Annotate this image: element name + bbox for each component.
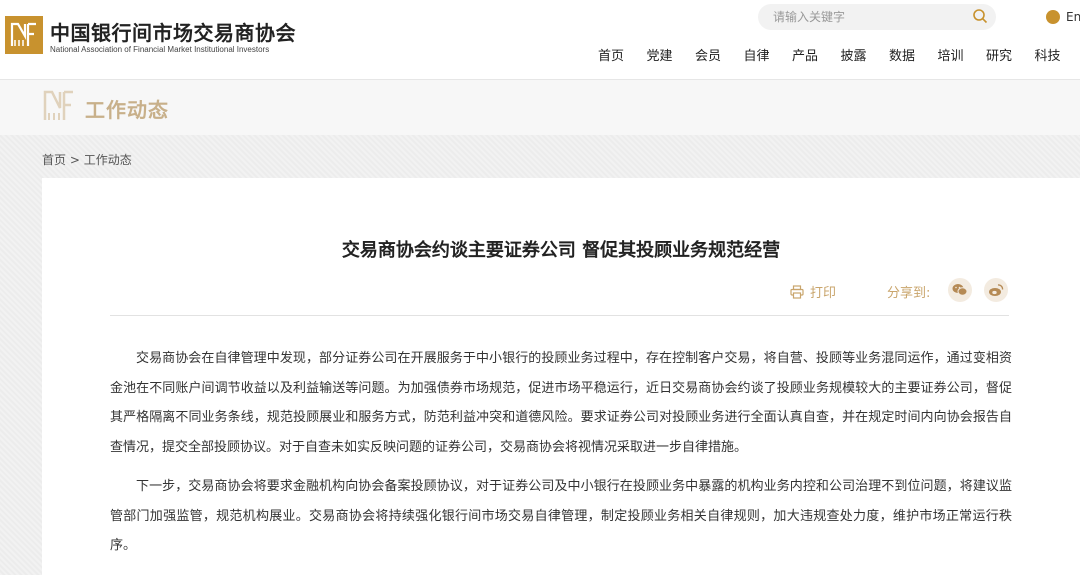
wechat-icon	[952, 284, 968, 296]
nav-item-party[interactable]: 党建	[647, 45, 696, 64]
breadcrumb: 首页 > 工作动态	[42, 151, 132, 168]
section-title: 工作动态	[85, 98, 169, 122]
print-icon	[790, 284, 804, 299]
article-paragraph: 交易商协会在自律管理中发现，部分证券公司在开展服务于中小银行的投顾业务过程中，存…	[110, 351, 1012, 455]
search-icon[interactable]	[972, 8, 988, 24]
section-banner: 工作动态	[0, 80, 1080, 135]
share-wechat-button[interactable]	[948, 278, 972, 302]
site-name-en: National Association of Financial Market…	[50, 45, 270, 54]
article-body: 交易商协会在自律管理中发现，部分证券公司在开展服务于中小银行的投顾业务过程中，存…	[110, 344, 1012, 571]
article-card: 交易商协会约谈主要证券公司 督促其投顾业务规范经营 打印 分享到: 交易商协会在…	[42, 178, 1080, 575]
language-switch[interactable]: En	[1046, 10, 1080, 24]
share-weibo-button[interactable]	[984, 278, 1008, 302]
nav-item-training[interactable]: 培训	[938, 45, 987, 64]
print-label: 打印	[810, 286, 837, 301]
search-box	[758, 4, 996, 30]
language-label: En	[1066, 10, 1080, 24]
section-logo-icon	[43, 90, 73, 120]
nav-item-disclosure[interactable]: 披露	[841, 45, 890, 64]
nav-item-research[interactable]: 研究	[986, 45, 1035, 64]
nav-item-home[interactable]: 首页	[598, 45, 647, 64]
nav-item-data[interactable]: 数据	[889, 45, 938, 64]
globe-icon	[1046, 10, 1060, 24]
article-paragraph: 下一步，交易商协会将要求金融机构向协会备案投顾协议，对于证券公司及中小银行在投顾…	[110, 479, 1012, 553]
main-nav: 首页 党建 会员 自律 产品 披露 数据 培训 研究 科技	[598, 45, 1080, 64]
breadcrumb-separator: >	[66, 153, 84, 167]
nav-item-members[interactable]: 会员	[695, 45, 744, 64]
nav-item-products[interactable]: 产品	[792, 45, 841, 64]
breadcrumb-home[interactable]: 首页	[42, 153, 66, 167]
weibo-icon	[989, 284, 1004, 296]
site-logo-icon[interactable]	[5, 16, 43, 54]
search-input[interactable]	[773, 7, 963, 27]
article-title: 交易商协会约谈主要证券公司 督促其投顾业务规范经营	[341, 240, 781, 261]
site-header: 中国银行间市场交易商协会 National Association of Fin…	[0, 0, 1080, 80]
share-label: 分享到:	[887, 286, 931, 301]
nav-item-self-regulation[interactable]: 自律	[744, 45, 793, 64]
breadcrumb-current[interactable]: 工作动态	[84, 153, 132, 167]
nav-item-technology[interactable]: 科技	[1035, 45, 1080, 64]
title-divider	[110, 315, 1009, 316]
site-name-cn[interactable]: 中国银行间市场交易商协会	[50, 17, 296, 46]
print-button[interactable]: 打印	[790, 282, 836, 301]
